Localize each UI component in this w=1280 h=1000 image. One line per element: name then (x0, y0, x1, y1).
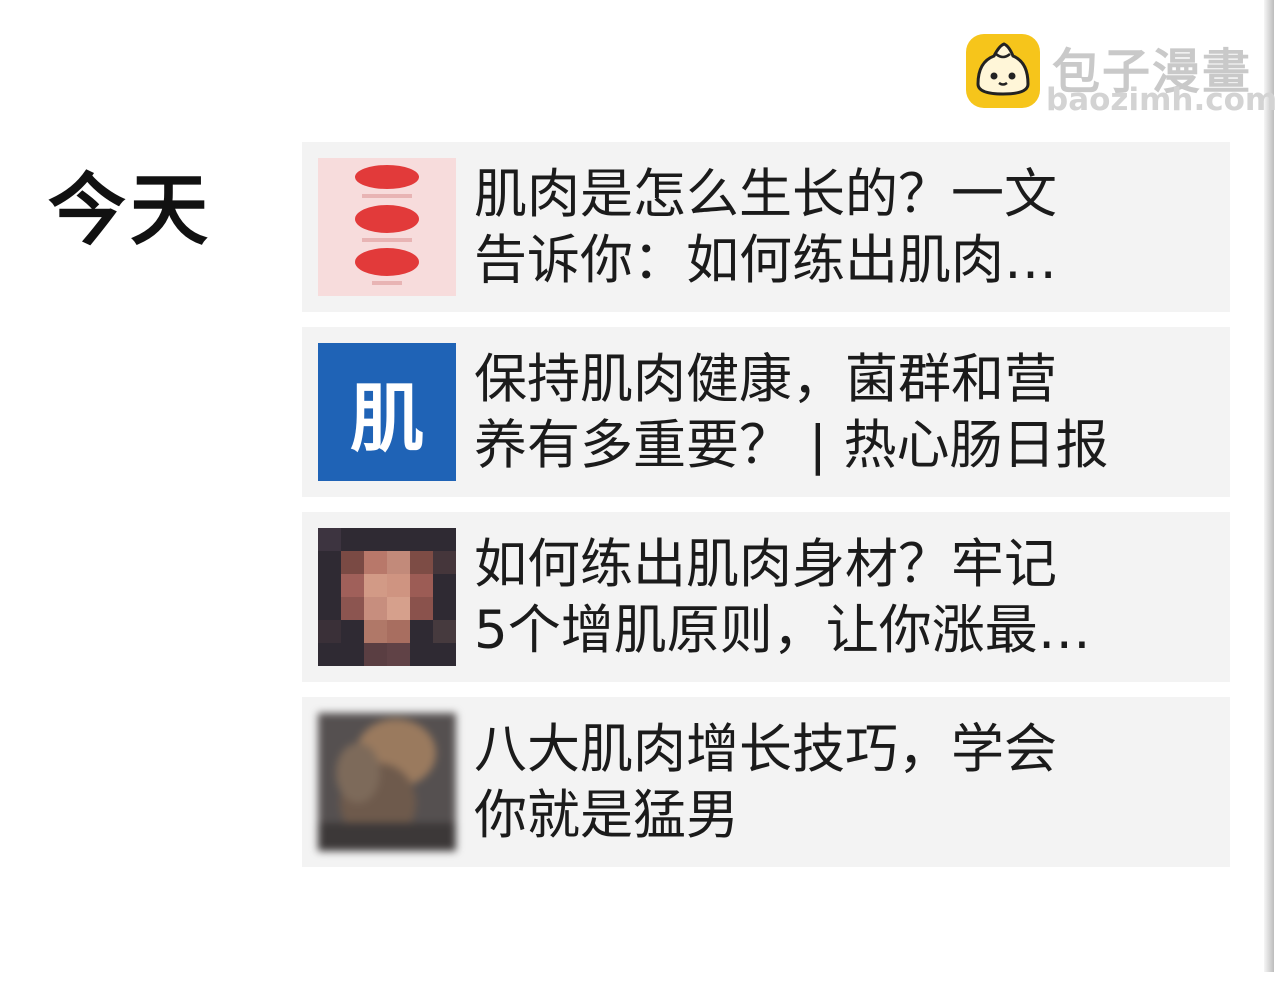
page-edge-shadow (1264, 0, 1274, 972)
athlete-photo-thumbnail (318, 713, 456, 851)
muscle-diagram-thumbnail (318, 158, 456, 296)
result-title-line: 告诉你：如何练出肌肉… (474, 230, 1057, 291)
watermark-url: baozimh.com (1046, 82, 1278, 118)
bodybuilder-photo-thumbnail (318, 528, 456, 666)
result-title-line: 养有多重要？ | 热心肠日报 (474, 415, 1109, 476)
result-card[interactable]: 肌肉是怎么生长的？一文 告诉你：如何练出肌肉… (302, 142, 1230, 312)
result-title-line: 你就是猛男 (474, 785, 739, 846)
search-result-list: 肌肉是怎么生长的？一文 告诉你：如何练出肌肉… 肌 保持肌肉健康，菌群和营 养有… (302, 142, 1230, 882)
result-title-line: 八大肌肉增长技巧，学会 (474, 719, 1057, 780)
site-watermark: 包子漫畫 baozimh.com (966, 34, 1277, 118)
result-title: 如何练出肌肉身材？牢记 5个增肌原则，让你涨最… (474, 532, 1164, 664)
result-title-line: 如何练出肌肉身材？牢记 (474, 534, 1057, 595)
result-title: 肌肉是怎么生长的？一文 告诉你：如何练出肌肉… (474, 162, 1164, 294)
result-title: 保持肌肉健康，菌群和营 养有多重要？ | 热心肠日报 (474, 347, 1164, 479)
result-title: 八大肌肉增长技巧，学会 你就是猛男 (474, 717, 1164, 849)
result-title-line: 5个增肌原则，让你涨最… (474, 600, 1091, 661)
result-title-line: 肌肉是怎么生长的？一文 (474, 164, 1057, 225)
article-logo-thumbnail: 肌 (318, 343, 456, 481)
result-card[interactable]: 肌 保持肌肉健康，菌群和营 养有多重要？ | 热心肠日报 (302, 327, 1230, 497)
result-card[interactable]: 八大肌肉增长技巧，学会 你就是猛男 (302, 697, 1230, 867)
steamed-bun-icon (966, 34, 1040, 108)
result-title-line: 保持肌肉健康，菌群和营 (474, 349, 1057, 410)
section-title: 今天 (48, 166, 213, 256)
result-card[interactable]: 如何练出肌肉身材？牢记 5个增肌原则，让你涨最… (302, 512, 1230, 682)
